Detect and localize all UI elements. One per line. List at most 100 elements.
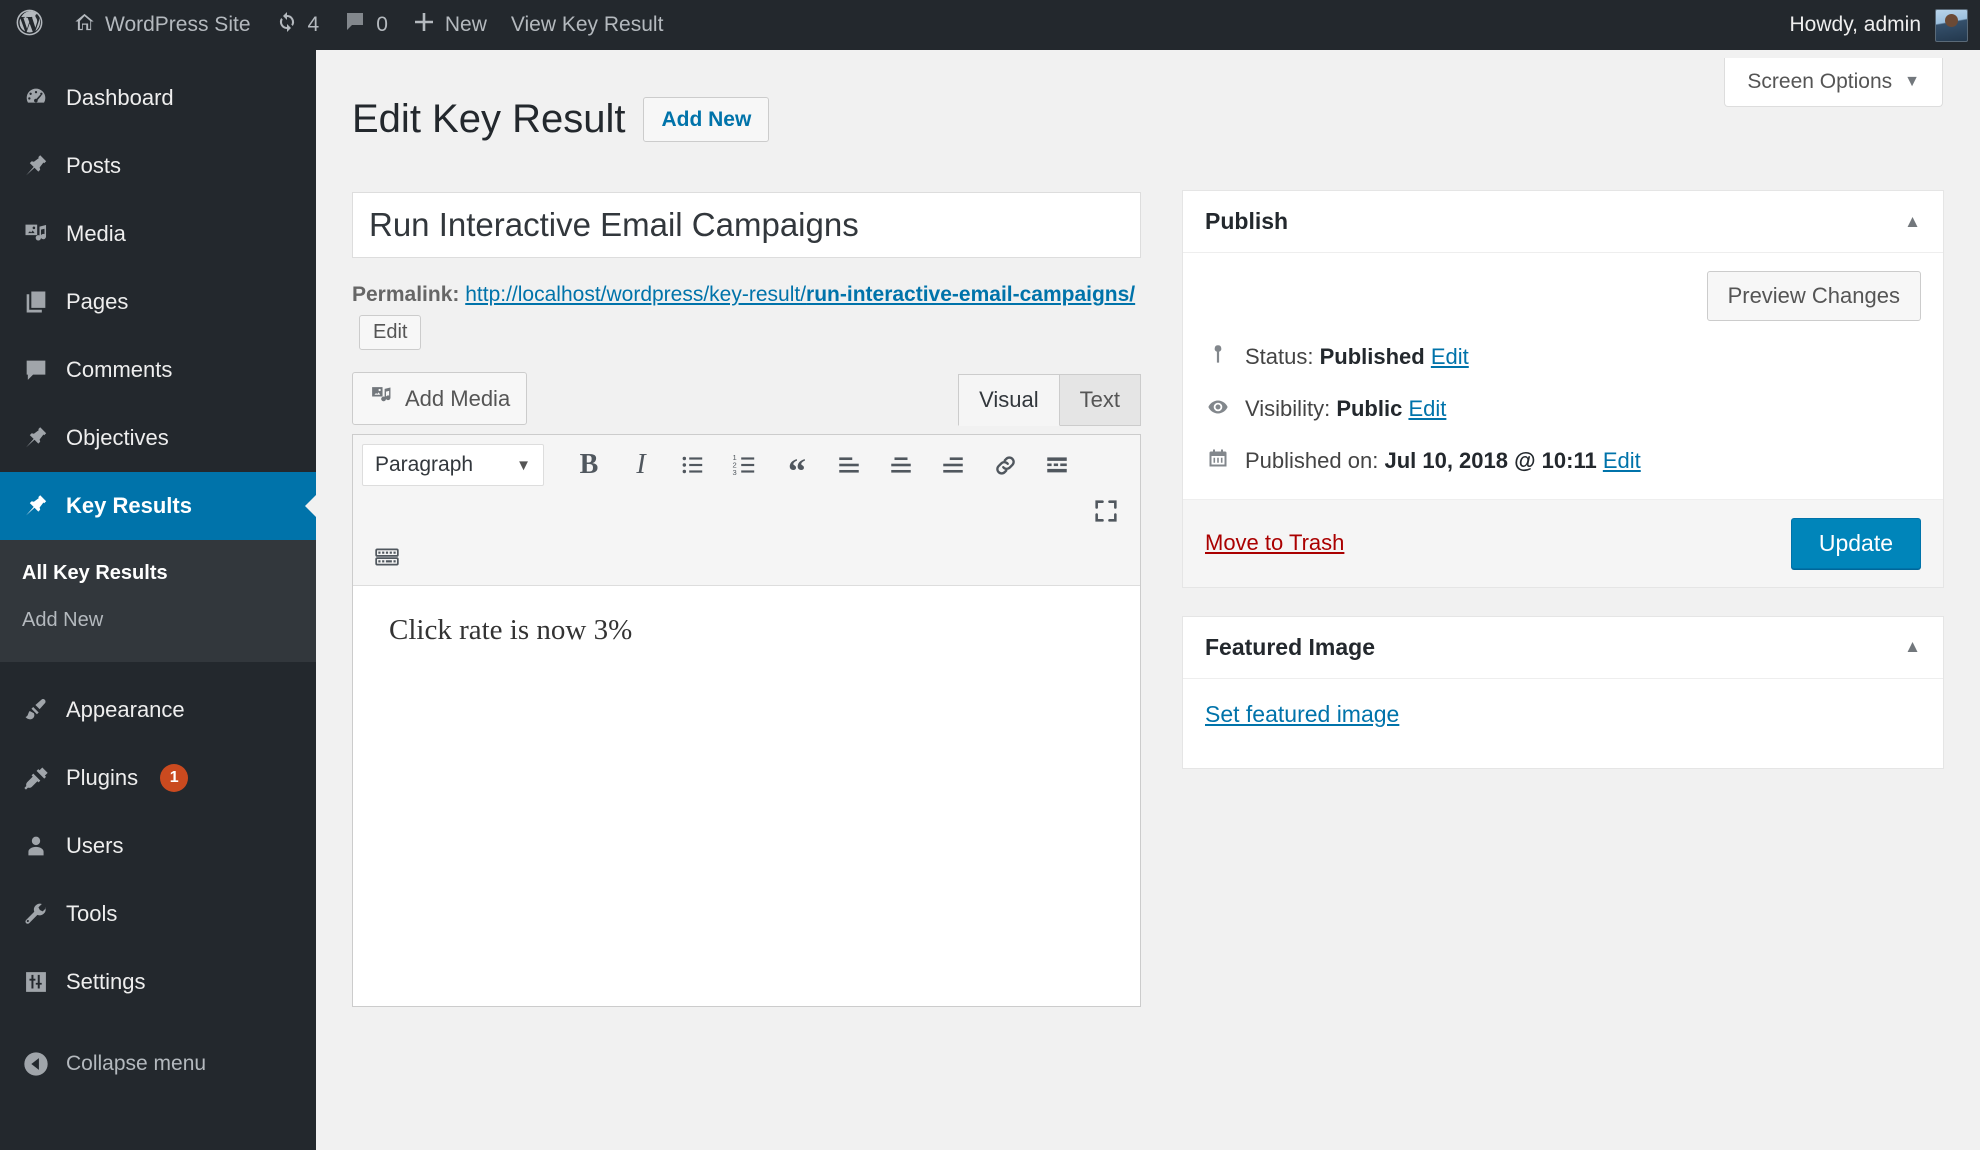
menu-separator — [0, 662, 316, 676]
blockquote-icon[interactable]: “ — [772, 443, 822, 487]
my-account-menu[interactable]: Howdy, admin — [1778, 0, 1980, 50]
permalink-label: Permalink: — [352, 283, 459, 306]
editor-toolbar-row-2 — [362, 535, 1131, 579]
collapse-menu-label: Collapse menu — [66, 1052, 206, 1076]
plus-icon — [412, 10, 436, 40]
editor-toolbar: Paragraph ▼ B I 123 “ — [353, 435, 1140, 586]
align-right-icon[interactable] — [928, 443, 978, 487]
tab-visual[interactable]: Visual — [958, 374, 1060, 426]
bulleted-list-icon[interactable] — [668, 443, 718, 487]
sidebar-meta-boxes: Publish ▲ Preview Changes Status: Publis… — [1182, 190, 1944, 797]
comment-icon — [22, 356, 50, 384]
edit-published-date-link[interactable]: Edit — [1603, 448, 1641, 473]
pin-icon — [22, 424, 50, 452]
new-content-menu[interactable]: New — [400, 0, 499, 50]
wrench-icon — [22, 900, 50, 928]
numbered-list-icon[interactable]: 123 — [720, 443, 770, 487]
sidebar-item-pages[interactable]: Pages — [0, 268, 316, 336]
screen-options-label: Screen Options — [1747, 70, 1892, 94]
admin-bar: WordPress Site 4 0 New View Key Result H… — [0, 0, 1980, 50]
editor-content-area[interactable]: Click rate is now 3% — [353, 586, 1140, 1006]
sidebar-item-comments[interactable]: Comments — [0, 336, 316, 404]
sidebar-item-label: Objectives — [66, 425, 169, 451]
sidebar-item-label: Key Results — [66, 493, 192, 519]
permalink-base-link[interactable]: http://localhost/wordpress/key-result/ — [465, 283, 806, 306]
paragraph-format-select[interactable]: Paragraph ▼ — [362, 444, 544, 486]
status-value: Published — [1320, 344, 1425, 369]
view-key-result-link[interactable]: View Key Result — [499, 0, 676, 50]
update-button[interactable]: Update — [1791, 518, 1921, 569]
collapse-menu-button[interactable]: Collapse menu — [0, 1030, 316, 1098]
publish-box-body: Preview Changes Status: Published Edit — [1183, 253, 1943, 499]
publish-actions: Move to Trash Update — [1183, 499, 1943, 587]
sidebar-item-plugins[interactable]: Plugins 1 — [0, 744, 316, 812]
sidebar-item-label: Comments — [66, 357, 172, 383]
edit-permalink-button[interactable]: Edit — [359, 315, 421, 350]
sidebar-item-posts[interactable]: Posts — [0, 132, 316, 200]
view-key-result-label: View Key Result — [511, 13, 664, 37]
sidebar-item-label: Media — [66, 221, 126, 247]
sidebar-item-dashboard[interactable]: Dashboard — [0, 64, 316, 132]
status-row: Status: Published Edit — [1205, 321, 1921, 373]
add-media-label: Add Media — [405, 386, 510, 412]
main-content: Screen Options ▼ Edit Key Result Add New… — [316, 50, 1980, 1150]
permalink-slug-link[interactable]: run-interactive-email-campaigns/ — [806, 283, 1135, 306]
page-title: Edit Key Result — [352, 97, 625, 142]
tab-text[interactable]: Text — [1060, 374, 1141, 426]
bold-icon[interactable]: B — [564, 443, 614, 487]
chevron-up-icon[interactable]: ▲ — [1904, 637, 1921, 657]
keyboard-shortcuts-icon[interactable] — [362, 535, 412, 579]
post-title-input[interactable] — [352, 192, 1141, 258]
pin-icon — [22, 492, 50, 520]
updates-menu[interactable]: 4 — [263, 0, 332, 50]
sidebar-item-objectives[interactable]: Objectives — [0, 404, 316, 472]
move-to-trash-link[interactable]: Move to Trash — [1205, 530, 1344, 556]
italic-icon[interactable]: I — [616, 443, 666, 487]
submenu-item-all-key-results[interactable]: All Key Results — [0, 550, 316, 597]
submenu-item-add-new[interactable]: Add New — [0, 597, 316, 644]
wordpress-logo-menu[interactable] — [0, 0, 61, 50]
featured-image-header[interactable]: Featured Image ▲ — [1183, 617, 1943, 679]
sidebar-item-tools[interactable]: Tools — [0, 880, 316, 948]
align-left-icon[interactable] — [824, 443, 874, 487]
align-center-icon[interactable] — [876, 443, 926, 487]
site-name-menu[interactable]: WordPress Site — [61, 0, 263, 50]
media-icon — [369, 383, 394, 414]
insert-link-icon[interactable] — [980, 443, 1030, 487]
status-label: Status: — [1245, 344, 1313, 369]
sidebar-item-users[interactable]: Users — [0, 812, 316, 880]
sidebar-item-appearance[interactable]: Appearance — [0, 676, 316, 744]
collapse-arrow-icon — [22, 1050, 50, 1078]
set-featured-image-link[interactable]: Set featured image — [1205, 701, 1399, 727]
updates-count: 4 — [308, 13, 320, 37]
permalink-row: Permalink: http://localhost/wordpress/ke… — [352, 277, 1141, 351]
add-media-button[interactable]: Add Media — [352, 372, 527, 425]
sidebar-item-key-results[interactable]: Key Results — [0, 472, 316, 540]
edit-status-link[interactable]: Edit — [1431, 344, 1469, 369]
media-icon — [22, 220, 50, 248]
calendar-icon — [1205, 445, 1231, 471]
comments-menu[interactable]: 0 — [331, 0, 400, 50]
publish-box-header[interactable]: Publish ▲ — [1183, 191, 1943, 253]
published-on-label: Published on: — [1245, 448, 1378, 473]
pages-icon — [22, 288, 50, 316]
read-more-icon[interactable] — [1032, 443, 1082, 487]
admin-sidebar-menu: Dashboard Posts Media Pages Comments Obj… — [0, 50, 316, 1150]
key-results-submenu: All Key Results Add New — [0, 540, 316, 662]
chevron-down-icon: ▼ — [516, 457, 531, 474]
fullscreen-icon[interactable] — [1081, 489, 1131, 533]
comment-bubble-icon — [343, 10, 367, 40]
chevron-up-icon[interactable]: ▲ — [1904, 212, 1921, 232]
screen-options-button[interactable]: Screen Options ▼ — [1724, 58, 1943, 107]
visibility-label: Visibility: — [1245, 396, 1330, 421]
status-text: Status: Published Edit — [1245, 341, 1469, 373]
edit-visibility-link[interactable]: Edit — [1408, 396, 1446, 421]
sidebar-item-settings[interactable]: Settings — [0, 948, 316, 1016]
user-icon — [22, 832, 50, 860]
sidebar-item-label: Plugins — [66, 765, 138, 791]
preview-changes-button[interactable]: Preview Changes — [1707, 271, 1921, 321]
sidebar-item-media[interactable]: Media — [0, 200, 316, 268]
add-new-button[interactable]: Add New — [643, 97, 769, 142]
plug-icon — [22, 764, 50, 792]
site-name-label: WordPress Site — [105, 13, 251, 37]
